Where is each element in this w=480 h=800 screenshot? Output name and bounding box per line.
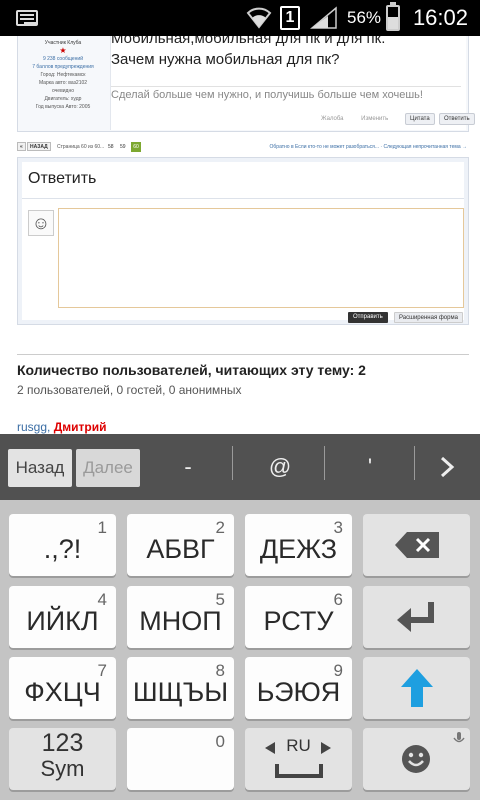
forum-post: Участник Клуба ★ 9 238 сообщений 7 балло… — [17, 36, 475, 132]
post-text-line-1: Мобильная,мобильная для пк и для пк. — [111, 36, 386, 47]
key-mnop[interactable]: 5 МНОП — [127, 586, 234, 648]
user-car-brand-2: очевидно — [52, 88, 74, 94]
page-link[interactable]: 59 — [120, 144, 126, 150]
backspace-key[interactable] — [363, 514, 470, 576]
space-key[interactable]: 0 — [127, 728, 234, 790]
send-button[interactable]: Отправить — [348, 312, 388, 323]
key-dezhz[interactable]: 3 ДЕЖЗ — [245, 514, 352, 576]
readers-title: Количество пользователей, читающих эту т… — [17, 362, 366, 378]
post-text-line-2: Зачем нужна мобильная для пк? — [111, 51, 340, 68]
emoji-key[interactable] — [363, 728, 470, 790]
user-city: Город: Нефтекамск — [40, 72, 86, 78]
user-engine: Двигатель: худр — [44, 96, 82, 102]
sym-key[interactable]: 123 Sym — [9, 728, 116, 790]
extended-form-button[interactable]: Расширенная форма — [394, 312, 463, 323]
shift-key[interactable] — [363, 657, 470, 719]
chevron-right-icon — [321, 742, 331, 754]
current-page: 60 — [131, 142, 141, 152]
key-eyuya[interactable]: 9 ЬЭЮЯ — [245, 657, 352, 719]
keyboard: 1 .,?! 2 АБВГ 3 ДЕЖЗ 4 ИЙКЛ 5 МНОП 6 РСТ… — [0, 500, 480, 800]
readers-users: rusgg, Дмитрий — [17, 420, 107, 434]
battery-percent: 56% — [347, 8, 382, 27]
complain-link[interactable]: Жалоба — [321, 116, 344, 122]
readers-count: 2 пользователей, 0 гостей, 0 анонимных — [17, 383, 242, 397]
signal-icon — [310, 6, 337, 29]
smiley-icon — [402, 745, 430, 773]
key-iykl[interactable]: 4 ИЙКЛ — [9, 586, 116, 648]
clock: 16:02 — [412, 5, 468, 30]
shift-arrow-icon — [401, 669, 433, 707]
post-signature: Сделай больше чем нужно, и получишь боль… — [111, 86, 461, 101]
wifi-icon — [246, 7, 272, 29]
user-car-year: Год выпуска Авто: 2005 — [35, 104, 91, 110]
user-link[interactable]: rusgg — [17, 420, 47, 434]
enter-key[interactable] — [363, 586, 470, 648]
key-punct[interactable]: 1 .,?! — [9, 514, 116, 576]
reply-box: Ответить ☺ Отправить Расширенная форма — [17, 157, 469, 325]
reply-textarea[interactable] — [58, 208, 464, 308]
edit-link[interactable]: Изменить — [361, 116, 388, 122]
page-link[interactable]: 58 — [108, 144, 114, 150]
chevron-right-icon[interactable] — [436, 456, 458, 478]
post-reply-button[interactable]: Ответить — [439, 113, 475, 125]
star-icon: ★ — [59, 46, 67, 55]
battery-icon — [386, 2, 400, 31]
keyboard-icon — [16, 10, 38, 26]
key-fkhtsch[interactable]: 7 ФХЦЧ — [9, 657, 116, 719]
status-bar: 1 56% 16:02 — [0, 0, 480, 36]
pagination: « НАЗАД Страница 60 из 60... 58 59 60 Об… — [17, 140, 469, 154]
user-warnings[interactable]: 7 баллов предупреждения — [20, 63, 106, 71]
key-abvg[interactable]: 2 АБВГ — [127, 514, 234, 576]
post-body: Мобильная,мобильная для пк и для пк. Зач… — [110, 36, 475, 130]
apostrophe-key[interactable]: ' — [350, 448, 390, 486]
key-rstu[interactable]: 6 РСТУ — [245, 586, 352, 648]
dash-key[interactable]: - — [168, 448, 208, 486]
avatar: ☺ — [28, 210, 54, 236]
user-messages[interactable]: 9 238 сообщений — [20, 55, 106, 63]
backspace-icon — [395, 532, 439, 558]
user-car-brand: Марка авто: ваз2102 — [38, 80, 88, 86]
next-field-button[interactable]: Далее — [76, 449, 140, 487]
keyboard-toolbar: Назад Далее - @ ' — [0, 434, 480, 500]
reply-title: Ответить — [28, 170, 97, 187]
back-field-button[interactable]: Назад — [8, 449, 72, 487]
back-button[interactable]: НАЗАД — [27, 142, 51, 151]
post-author-info: Участник Клуба ★ 9 238 сообщений 7 балло… — [20, 36, 106, 132]
page-info: Страница 60 из 60... — [57, 144, 105, 150]
user-link[interactable]: Дмитрий — [54, 420, 107, 434]
post-links: Жалоба Изменить — [321, 116, 404, 122]
language-key[interactable]: RU — [245, 728, 352, 790]
web-page[interactable]: Участник Клуба ★ 9 238 сообщений 7 балло… — [0, 36, 480, 434]
quote-button[interactable]: Цитата — [405, 113, 435, 125]
space-bar-icon — [275, 764, 323, 778]
sim-icon: 1 — [280, 6, 300, 30]
at-key[interactable]: @ — [260, 448, 300, 486]
enter-icon — [397, 602, 434, 632]
microphone-icon — [453, 732, 465, 743]
prev-arrow-button[interactable]: « — [17, 142, 26, 151]
topic-nav-links[interactable]: Обратно в Если кто-то не может разобрать… — [270, 144, 467, 150]
key-shshchy[interactable]: 8 ШЩЪЫ — [127, 657, 234, 719]
